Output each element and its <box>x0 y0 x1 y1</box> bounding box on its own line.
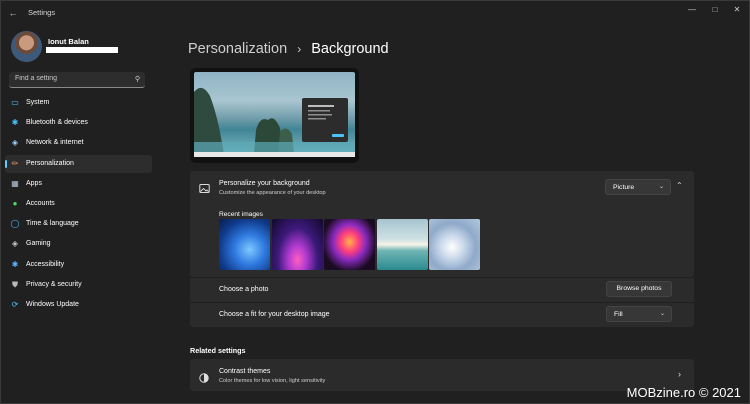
shield-icon: ⛊ <box>12 279 18 289</box>
sidebar-item-bluetooth-devices[interactable]: ✱ Bluetooth & devices <box>5 114 152 132</box>
preview-taskbar <box>194 152 355 157</box>
title-bar: ← Settings — □ ✕ <box>1 1 749 25</box>
brush-icon: ✏ <box>11 158 19 168</box>
sidebar-item-label: Time & language <box>26 220 79 228</box>
fit-dropdown[interactable]: Fill ⌄ <box>606 306 672 322</box>
sidebar-item-label: Network & internet <box>26 139 84 147</box>
sidebar-item-label: Gaming <box>26 240 51 248</box>
fit-value: Fill <box>614 311 623 318</box>
preview-wallpaper <box>194 72 355 154</box>
accessibility-icon: ✱ <box>11 259 19 269</box>
breadcrumb-separator: › <box>297 42 302 56</box>
sidebar-item-privacy-security[interactable]: ⛊ Privacy & security <box>5 276 152 294</box>
globe-clock-icon: ◯ <box>10 219 20 229</box>
recent-image-bloom-blue[interactable] <box>219 219 270 270</box>
desktop-preview <box>190 68 359 163</box>
background-type-dropdown[interactable]: Picture ⌄ <box>605 179 671 195</box>
update-icon: ⟳ <box>11 299 19 309</box>
app-title: Settings <box>28 8 56 17</box>
contrast-themes-subtitle: Color themes for low vision, light sensi… <box>219 377 326 384</box>
personalize-subtitle: Customize the appearance of your desktop <box>219 189 326 196</box>
sidebar-item-label: Bluetooth & devices <box>26 119 88 127</box>
breadcrumb: Personalization › Background <box>188 41 389 57</box>
settings-window: ← Settings — □ ✕ Ionut Balan ⚲ ▭ System ✱ B… <box>0 0 750 404</box>
preview-landscape <box>194 87 355 154</box>
system-icon: ▭ <box>11 98 19 107</box>
accounts-icon: ● <box>12 198 18 208</box>
related-settings-heading: Related settings <box>190 346 246 355</box>
sidebar-item-label: Windows Update <box>26 300 79 308</box>
chevron-down-icon: ⌄ <box>658 184 664 190</box>
browse-photos-button[interactable]: Browse photos <box>606 281 672 297</box>
image-icon <box>199 181 210 193</box>
sidebar-item-label: System <box>26 99 50 106</box>
sidebar-item-apps[interactable]: ▦ Apps <box>5 175 152 193</box>
sidebar-item-label: Apps <box>26 179 42 187</box>
sidebar-item-time-language[interactable]: ◯ Time & language <box>5 215 152 233</box>
breadcrumb-parent[interactable]: Personalization <box>188 41 287 57</box>
search-input[interactable] <box>15 75 125 82</box>
contrast-themes-card[interactable]: Contrast themes Color themes for low vis… <box>190 359 694 391</box>
minimize-button[interactable]: — <box>685 4 699 16</box>
maximize-button[interactable]: □ <box>708 4 722 16</box>
recent-image-lake[interactable] <box>377 219 428 270</box>
search-icon[interactable]: ⚲ <box>135 75 140 83</box>
recent-image-bloom-colorful[interactable] <box>324 219 375 270</box>
choose-fit-label: Choose a fit for your desktop image <box>219 311 330 318</box>
recent-images-label: Recent images <box>219 211 263 218</box>
sidebar-item-personalization[interactable]: ✏ Personalization <box>5 154 152 173</box>
close-button[interactable]: ✕ <box>730 4 744 16</box>
back-arrow-icon[interactable]: ← <box>7 7 19 19</box>
watermark: MOBzine.ro © 2021 <box>626 385 741 400</box>
profile-email-redacted <box>46 47 118 53</box>
search-box[interactable]: ⚲ <box>9 72 145 88</box>
sidebar-item-accounts[interactable]: ● Accounts <box>5 195 152 213</box>
bluetooth-icon: ✱ <box>11 118 19 128</box>
sidebar-item-gaming[interactable]: ◈ Gaming <box>5 235 152 253</box>
sidebar-item-label: Accessibility <box>26 260 65 268</box>
apps-icon: ▦ <box>11 178 19 188</box>
avatar[interactable] <box>11 31 42 62</box>
sidebar-item-accessibility[interactable]: ✱ Accessibility <box>5 256 152 274</box>
sidebar-item-label: Accounts <box>26 199 55 207</box>
contrast-themes-title: Contrast themes <box>219 368 271 375</box>
profile-name: Ionut Balan <box>48 37 89 46</box>
page-title: Background <box>311 41 389 57</box>
choose-photo-label: Choose a photo <box>219 286 269 293</box>
recent-image-glow-purple[interactable] <box>272 219 323 270</box>
wifi-icon: ◈ <box>11 138 19 148</box>
gamepad-icon: ◈ <box>11 239 19 249</box>
sidebar-item-label: Privacy & security <box>26 280 82 288</box>
recent-image-flow-light[interactable] <box>429 219 480 270</box>
personalize-title: Personalize your background <box>219 180 310 187</box>
contrast-icon <box>199 370 209 383</box>
collapse-chevron-up-icon[interactable]: ⌃ <box>676 181 683 190</box>
chevron-down-icon: ⌄ <box>659 311 665 317</box>
background-type-value: Picture <box>613 184 635 191</box>
sidebar-item-network-internet[interactable]: ◈ Network & internet <box>5 134 152 152</box>
sidebar-item-windows-update[interactable]: ⟳ Windows Update <box>5 296 152 314</box>
chevron-right-icon: › <box>678 369 681 379</box>
sidebar-item-system[interactable]: ▭ System <box>5 94 152 112</box>
sidebar-item-label: Personalization <box>26 159 74 167</box>
sidebar-nav: ▭ System ✱ Bluetooth & devices ◈ Network & in… <box>5 94 152 316</box>
